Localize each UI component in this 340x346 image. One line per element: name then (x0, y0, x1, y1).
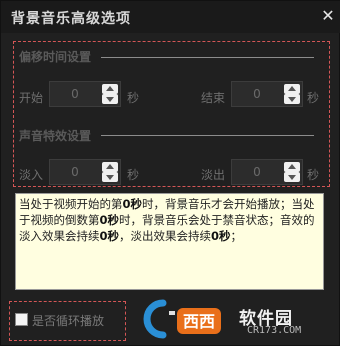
fade-out-decrement-icon[interactable] (284, 172, 300, 182)
fade-out-increment-icon[interactable] (284, 162, 300, 172)
watermark-logo-icon: 西西 (143, 299, 221, 339)
loop-checkbox[interactable] (15, 313, 28, 326)
dialog-title: 背景音乐高级选项 (11, 11, 131, 27)
fade-out-stepper[interactable]: 0 (231, 159, 303, 185)
start-time-value[interactable]: 0 (50, 82, 100, 106)
start-time-stepper[interactable]: 0 (49, 81, 121, 107)
audio-divider (101, 135, 314, 136)
fade-in-label: 淡入 (19, 168, 44, 182)
fade-in-increment-icon[interactable] (102, 162, 118, 172)
fade-in-decrement-icon[interactable] (102, 172, 118, 182)
end-increment-icon[interactable] (284, 84, 300, 94)
title-bar: 背景音乐高级选项 ✕ (1, 1, 340, 33)
start-unit: 秒 (127, 91, 140, 105)
fade-in-unit: 秒 (127, 168, 140, 182)
end-decrement-icon[interactable] (284, 94, 300, 104)
advanced-music-dialog: 背景音乐高级选项 ✕ 偏移时间设置 开始 0 秒 结束 0 秒 声音特效设置 淡… (0, 0, 340, 346)
info-text: 当处于视频开始的第 (19, 197, 123, 211)
fade-out-label: 淡出 (201, 168, 226, 182)
end-unit: 秒 (307, 91, 320, 105)
end-label: 结束 (201, 91, 226, 105)
watermark-url: CR173.COM (247, 325, 302, 336)
fade-out-unit: 秒 (307, 168, 320, 182)
offset-section-title: 偏移时间设置 (19, 50, 92, 64)
watermark: 西西 软件园 CR173.COM (141, 299, 331, 341)
info-panel: 当处于视频开始的第0秒时，背景音乐才会开始播放；当处于视频的倒数第0秒时，背景音… (15, 193, 324, 290)
start-increment-icon[interactable] (102, 84, 118, 94)
start-label: 开始 (19, 91, 44, 105)
fade-in-stepper[interactable]: 0 (49, 159, 121, 185)
audio-section-title: 声音特效设置 (19, 129, 92, 143)
info-text: ； (230, 229, 243, 243)
loop-label[interactable]: 是否循环播放 (32, 312, 104, 329)
offset-divider (101, 57, 314, 58)
info-text: ，淡出效果会持续 (119, 229, 212, 243)
start-decrement-icon[interactable] (102, 94, 118, 104)
end-time-stepper[interactable]: 0 (231, 81, 303, 107)
watermark-logo-text: 西西 (183, 312, 215, 331)
info-fade-in-value: 0秒 (99, 229, 120, 243)
end-time-value[interactable]: 0 (232, 82, 282, 106)
close-icon[interactable]: ✕ (319, 7, 337, 25)
fade-out-value[interactable]: 0 (232, 160, 282, 184)
info-end-value: 0秒 (99, 213, 120, 227)
fade-in-value[interactable]: 0 (50, 160, 100, 184)
info-start-value: 0秒 (122, 197, 143, 211)
info-fade-out-value: 0秒 (211, 229, 231, 243)
